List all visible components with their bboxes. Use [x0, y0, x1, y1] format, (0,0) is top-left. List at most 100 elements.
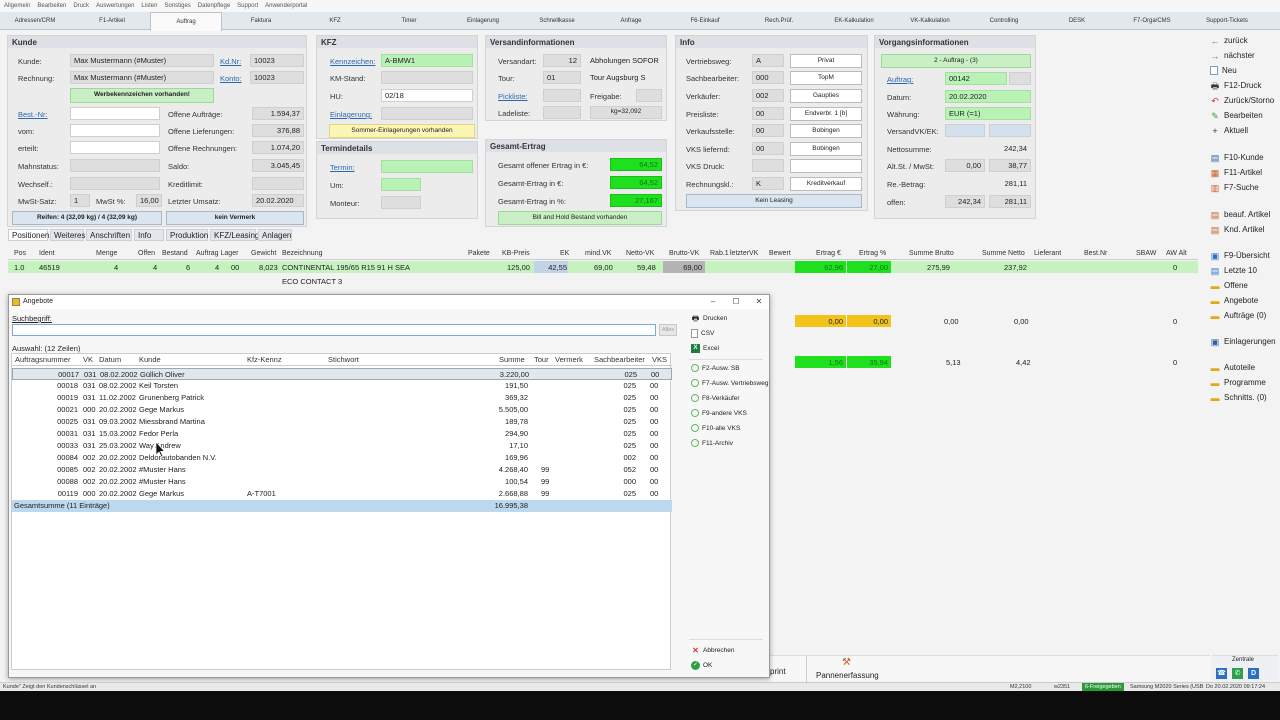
- konto-label[interactable]: Konto:: [220, 74, 242, 83]
- termin-label[interactable]: Termin:: [330, 163, 355, 172]
- filter-archiv[interactable]: F11-Archiv: [691, 438, 733, 450]
- verkaeufer-button[interactable]: Gaupties: [790, 89, 862, 103]
- menu-datenpflege[interactable]: Datenpflege: [194, 0, 233, 9]
- verkaeufer-field[interactable]: 002: [752, 89, 784, 102]
- result-row[interactable]: 00018 031 08.02.2002 Keil Torsten 191,50 025 0…: [12, 380, 672, 392]
- verkaufsstelle-button[interactable]: Bobingen: [790, 124, 862, 138]
- bearbeiten-action[interactable]: ✎ Bearbeiten: [1210, 109, 1262, 122]
- waehrung-field[interactable]: EUR (=1): [945, 107, 1031, 120]
- result-row[interactable]: 00085 002 20.02.2002 #Muster Hans 4.268,40 99…: [12, 464, 672, 476]
- result-row[interactable]: 00084 002 20.02.2002 Deldorautobanden N.V. 1…: [12, 452, 672, 464]
- minimize-icon[interactable]: –: [701, 295, 725, 309]
- position-row[interactable]: 1.0 46519 4 4 6 4 00 8,023 CONTINENTAL 1…: [8, 261, 1198, 273]
- filter-sb[interactable]: F2-Ausw. SB: [691, 363, 740, 375]
- schnittstellen-action[interactable]: ▬ Schnitts. (0): [1210, 391, 1267, 404]
- rcol-datum[interactable]: Datum: [99, 355, 121, 364]
- chat-icon[interactable]: ✆: [1232, 668, 1243, 679]
- km-stand-field[interactable]: [381, 71, 473, 84]
- einlagerung-label[interactable]: Einlagerung:: [330, 110, 372, 119]
- datum-field[interactable]: 20.02.2020: [945, 90, 1031, 103]
- subtab-info[interactable]: Info: [134, 229, 164, 241]
- subtab-anschriften[interactable]: Anschriften: [86, 229, 132, 241]
- rcol-sachbearbeiter[interactable]: Sachbearbeiter: [594, 355, 645, 364]
- subtab-positionen[interactable]: Positionen: [8, 229, 49, 241]
- filter-alle-vks[interactable]: F10-alle VKS: [691, 423, 740, 435]
- programme-action[interactable]: ▬ Programme: [1210, 376, 1266, 389]
- result-row[interactable]: 00119 000 20.02.2002 Gege Markus A-T7001 2.66…: [12, 488, 672, 500]
- result-row[interactable]: 00033 031 25.03.2002 Way Andrew 17,10 025 00: [12, 440, 672, 452]
- tab-einkauf[interactable]: F6-Einkauf: [669, 12, 741, 30]
- preisliste-button[interactable]: Endverbr. 1 [b]: [790, 107, 862, 121]
- rcol-stichwort[interactable]: Stichwort: [328, 355, 359, 364]
- wechsel-field[interactable]: [70, 177, 160, 190]
- sommer-einlagerungen-button[interactable]: Sommer-Einlagerungen vorhanden: [329, 124, 475, 138]
- freigabe-field[interactable]: [636, 89, 662, 102]
- preisliste-field[interactable]: 00: [752, 107, 784, 120]
- tab-desk[interactable]: DESK: [1041, 12, 1113, 30]
- neu-action[interactable]: Neu: [1210, 64, 1237, 77]
- result-row[interactable]: 00088 002 20.02.2002 #Muster Hans 100,54 99 00…: [12, 476, 672, 488]
- filter-andere-vks[interactable]: F9-andere VKS: [691, 408, 747, 420]
- naechster-action[interactable]: → nächster: [1210, 49, 1255, 62]
- knd-artikel-action[interactable]: ▤ Knd. Artikel: [1210, 223, 1265, 236]
- offene-action[interactable]: ▬ Offene: [1210, 279, 1248, 292]
- rechnung-field[interactable]: Max Mustermann (#Muster): [70, 71, 214, 84]
- menu-druck[interactable]: Druck: [69, 0, 92, 9]
- kdnr-label[interactable]: Kd.Nr:: [220, 57, 241, 66]
- kennzeichen-field[interactable]: A-BMW1: [381, 54, 473, 67]
- auftrag-label[interactable]: Auftrag:: [887, 75, 913, 84]
- mwst-satz-field[interactable]: 1: [70, 194, 90, 207]
- tour-field[interactable]: 01: [543, 71, 581, 84]
- aktuell-action[interactable]: + Aktuell: [1210, 124, 1248, 137]
- tab-faktura[interactable]: Faktura: [225, 12, 297, 30]
- vertriebsweg-field[interactable]: A: [752, 54, 784, 67]
- einlagerung-field[interactable]: [381, 107, 473, 120]
- menu-support[interactable]: Support: [233, 0, 261, 9]
- excel-action[interactable]: X Excel: [691, 343, 719, 355]
- menu-anwenderportal[interactable]: Anwenderportal: [261, 0, 310, 9]
- ladeliste-field[interactable]: [543, 106, 581, 119]
- kunde-field[interactable]: Max Mustermann (#Muster): [70, 54, 214, 67]
- rcol-auftragsnummer[interactable]: Auftragsnummer: [15, 355, 70, 364]
- close-icon[interactable]: ✕: [747, 295, 771, 309]
- tab-einlagerung[interactable]: Einlagerung: [447, 12, 519, 30]
- menu-sonstiges[interactable]: Sonstiges: [160, 0, 193, 9]
- search-input[interactable]: [12, 324, 656, 336]
- auftrag-suffix-field[interactable]: [1009, 72, 1031, 85]
- auftrag-field[interactable]: 00142: [945, 72, 1007, 85]
- sachbearbeiter-button[interactable]: TopM: [790, 71, 862, 85]
- drucken-action[interactable]: 🖶 Drucken: [691, 313, 728, 325]
- rcol-kunde[interactable]: Kunde: [139, 355, 161, 364]
- angebote-action[interactable]: ▬ Angebote: [1210, 294, 1259, 307]
- bestnr-label[interactable]: Best.-Nr:: [18, 110, 48, 119]
- menu-auswertungen[interactable]: Auswertungen: [92, 0, 137, 9]
- termin-field[interactable]: [381, 160, 473, 173]
- vermerk-button[interactable]: kein Vermerk: [166, 211, 304, 225]
- tab-controlling[interactable]: Controlling: [967, 12, 1041, 30]
- kennzeichen-label[interactable]: Kennzeichen:: [330, 57, 375, 66]
- search-all-button[interactable]: Alles: [659, 324, 677, 336]
- rcol-kfz[interactable]: Kfz-Kennz: [247, 355, 282, 364]
- tab-orga-cms[interactable]: F7-Orga/CMS: [1115, 12, 1189, 30]
- result-row[interactable]: 00025 031 09.03.2002 Miessbrand Martina 189,…: [12, 416, 672, 428]
- subtab-weiteres[interactable]: Weiteres: [50, 229, 85, 241]
- um-field[interactable]: [381, 178, 421, 191]
- sachbearbeiter-field[interactable]: 000: [752, 71, 784, 84]
- maximize-icon[interactable]: ☐: [724, 295, 748, 309]
- print-label[interactable]: print: [770, 667, 786, 676]
- cancel-button[interactable]: ✕ Abbrechen: [691, 645, 734, 657]
- rcol-vks[interactable]: VKS: [652, 355, 667, 364]
- rechnungsklasse-field[interactable]: K: [752, 177, 784, 190]
- tab-schnellkasse[interactable]: Schnellkasse: [521, 12, 593, 30]
- autoteile-action[interactable]: ▬ Autoteile: [1210, 361, 1256, 374]
- monteur-field[interactable]: [381, 196, 421, 209]
- result-row[interactable]: 00031 031 15.03.2002 Fedor Perla 294,90 025 00: [12, 428, 672, 440]
- hu-field[interactable]: 02/18: [381, 89, 473, 102]
- rcol-vermerk[interactable]: Vermerk: [555, 355, 583, 364]
- result-row[interactable]: 00021 000 20.02.2002 Gege Markus 5.505,00 025…: [12, 404, 672, 416]
- subtab-kfz-leasing[interactable]: KFZ/Leasing: [210, 229, 259, 241]
- vks-liefernd-field[interactable]: 00: [752, 142, 784, 155]
- tab-anfrage[interactable]: Anfrage: [595, 12, 667, 30]
- letzte10-action[interactable]: ▤ Letzte 10: [1210, 264, 1257, 277]
- mwst-pct-field[interactable]: 16,00: [136, 194, 162, 207]
